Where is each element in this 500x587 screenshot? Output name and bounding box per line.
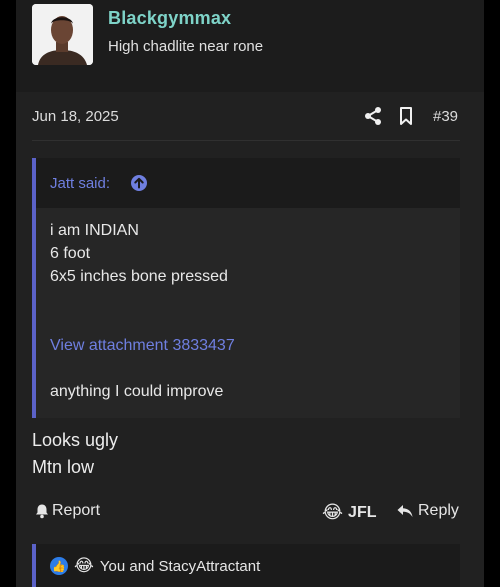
jfl-reaction-button[interactable]: 😂 JFL	[322, 502, 377, 523]
bookmark-icon[interactable]	[399, 106, 413, 126]
reactions-bar: 👍 😂 You and StacyAttractant	[32, 544, 460, 587]
post-author-block: Blackgymmax High chadlite near rone	[16, 0, 484, 92]
post-body-line: Looks ugly	[32, 430, 119, 450]
quote-author-link[interactable]: Jatt said:	[50, 175, 110, 192]
reply-label: Reply	[418, 502, 459, 519]
arrow-up-circle-icon[interactable]	[130, 174, 148, 192]
view-attachment-link[interactable]: View attachment 3833437	[50, 337, 235, 355]
jfl-label: JFL	[348, 503, 377, 521]
quote-text-line: i am INDIAN	[50, 222, 139, 239]
quote-text-line: anything I could improve	[50, 383, 224, 400]
bell-icon	[36, 504, 48, 519]
thumbs-up-icon: 👍	[50, 557, 68, 575]
divider	[32, 140, 460, 141]
quote-text-line: 6 foot	[50, 245, 91, 262]
author-username[interactable]: Blackgymmax	[108, 8, 231, 29]
reply-button[interactable]: Reply	[396, 502, 459, 520]
reactions-summary[interactable]: 👍 😂 You and StacyAttractant	[50, 556, 260, 576]
report-button[interactable]: Report	[34, 502, 100, 520]
author-user-title: High chadlite near rone	[108, 38, 264, 55]
avatar[interactable]	[32, 4, 93, 65]
thread-page: Blackgymmax High chadlite near rone Jun …	[0, 0, 500, 587]
quote-block: Jatt said: i am INDIAN 6 foot 6x5 inches…	[32, 158, 460, 418]
avatar-image	[32, 4, 93, 65]
report-label: Report	[52, 502, 101, 519]
laughing-emoji-icon: 😂	[322, 502, 344, 523]
share-icon[interactable]	[364, 106, 382, 126]
reply-arrow-icon	[397, 505, 413, 517]
laughing-emoji-icon: 😂	[74, 556, 94, 576]
quote-text-line: 6x5 inches bone pressed	[50, 268, 228, 285]
post-meta-bar: Jun 18, 2025 #39	[16, 92, 484, 142]
post-number-link[interactable]: #39	[433, 108, 458, 125]
post-container: Jun 18, 2025 #39 Jatt said: i am INDIAN …	[16, 92, 484, 587]
post-date[interactable]: Jun 18, 2025	[32, 108, 119, 125]
quote-header: Jatt said:	[36, 158, 460, 208]
reactions-users-text: You and StacyAttractant	[99, 557, 261, 575]
post-body-line: Mtn low	[32, 457, 95, 477]
